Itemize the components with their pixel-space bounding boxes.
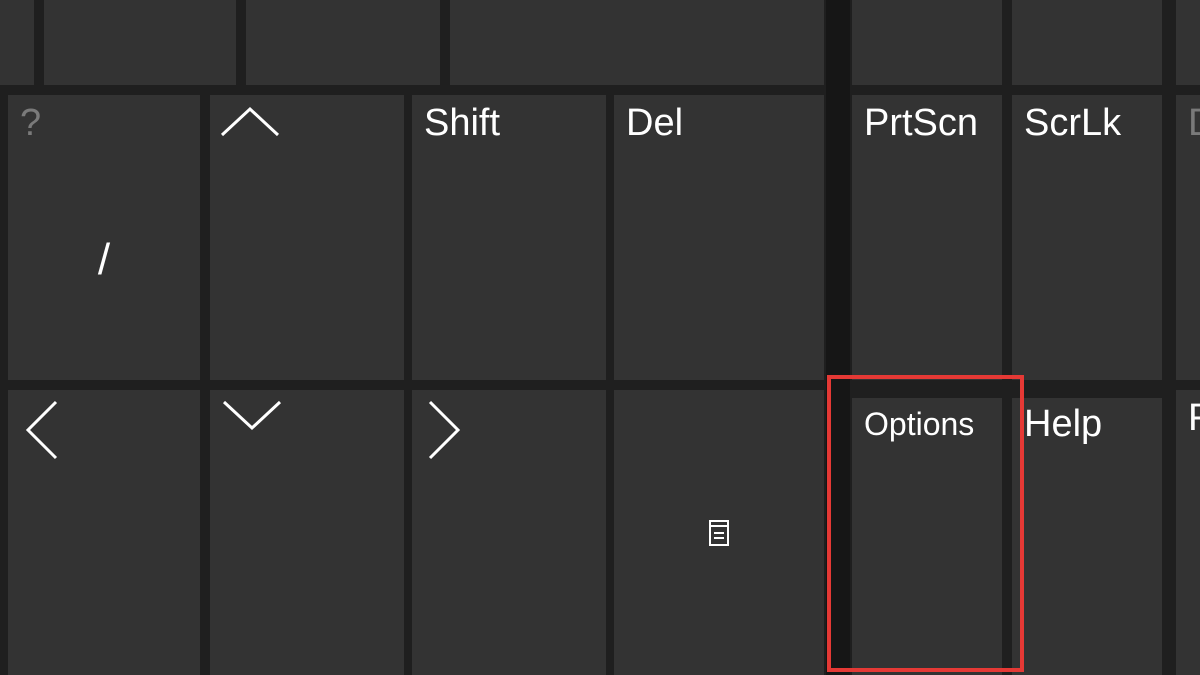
key-slash-label: /: [97, 235, 111, 284]
key-top-4[interactable]: [450, 0, 824, 85]
key-shift-label: Shift: [424, 102, 501, 144]
key-help[interactable]: Help: [1012, 398, 1162, 675]
key-up-arrow[interactable]: [210, 95, 404, 380]
caret-right-icon: [426, 400, 462, 460]
key-help-label: Help: [1024, 403, 1103, 445]
caret-up-icon: [220, 105, 280, 137]
key-options-label: Options: [864, 406, 975, 442]
key-menu[interactable]: [614, 390, 824, 675]
key-top-7[interactable]: [1176, 0, 1200, 85]
key-top-5[interactable]: [852, 0, 1002, 85]
caret-down-icon: [222, 400, 282, 432]
key-del[interactable]: Del: [614, 95, 824, 380]
section-divider: [826, 0, 850, 675]
key-del-label: Del: [626, 102, 684, 144]
key-top-6[interactable]: [1012, 0, 1162, 85]
key-top-1[interactable]: [0, 0, 34, 85]
key-prtscn[interactable]: PrtScn: [852, 95, 1002, 380]
key-left-arrow[interactable]: [8, 390, 200, 675]
key-edge-row2[interactable]: D: [1176, 95, 1200, 380]
key-right-arrow[interactable]: [412, 390, 606, 675]
key-options[interactable]: Options: [852, 398, 1002, 675]
key-edge-row3[interactable]: F: [1176, 390, 1200, 675]
caret-left-icon: [24, 400, 60, 460]
key-shift[interactable]: Shift: [412, 95, 606, 380]
context-menu-icon: [708, 519, 730, 547]
key-down-arrow[interactable]: [210, 390, 404, 675]
key-scrlk[interactable]: ScrLk: [1012, 95, 1162, 380]
key-prtscn-label: PrtScn: [864, 102, 979, 144]
key-edge-row2-label: D: [1188, 101, 1200, 145]
key-top-3[interactable]: [246, 0, 440, 85]
key-top-2[interactable]: [44, 0, 236, 85]
key-scrlk-label: ScrLk: [1024, 102, 1122, 144]
key-edge-row3-label: F: [1188, 397, 1200, 439]
key-slash-shift-label: ?: [20, 102, 42, 144]
key-slash[interactable]: ? /: [8, 95, 200, 380]
